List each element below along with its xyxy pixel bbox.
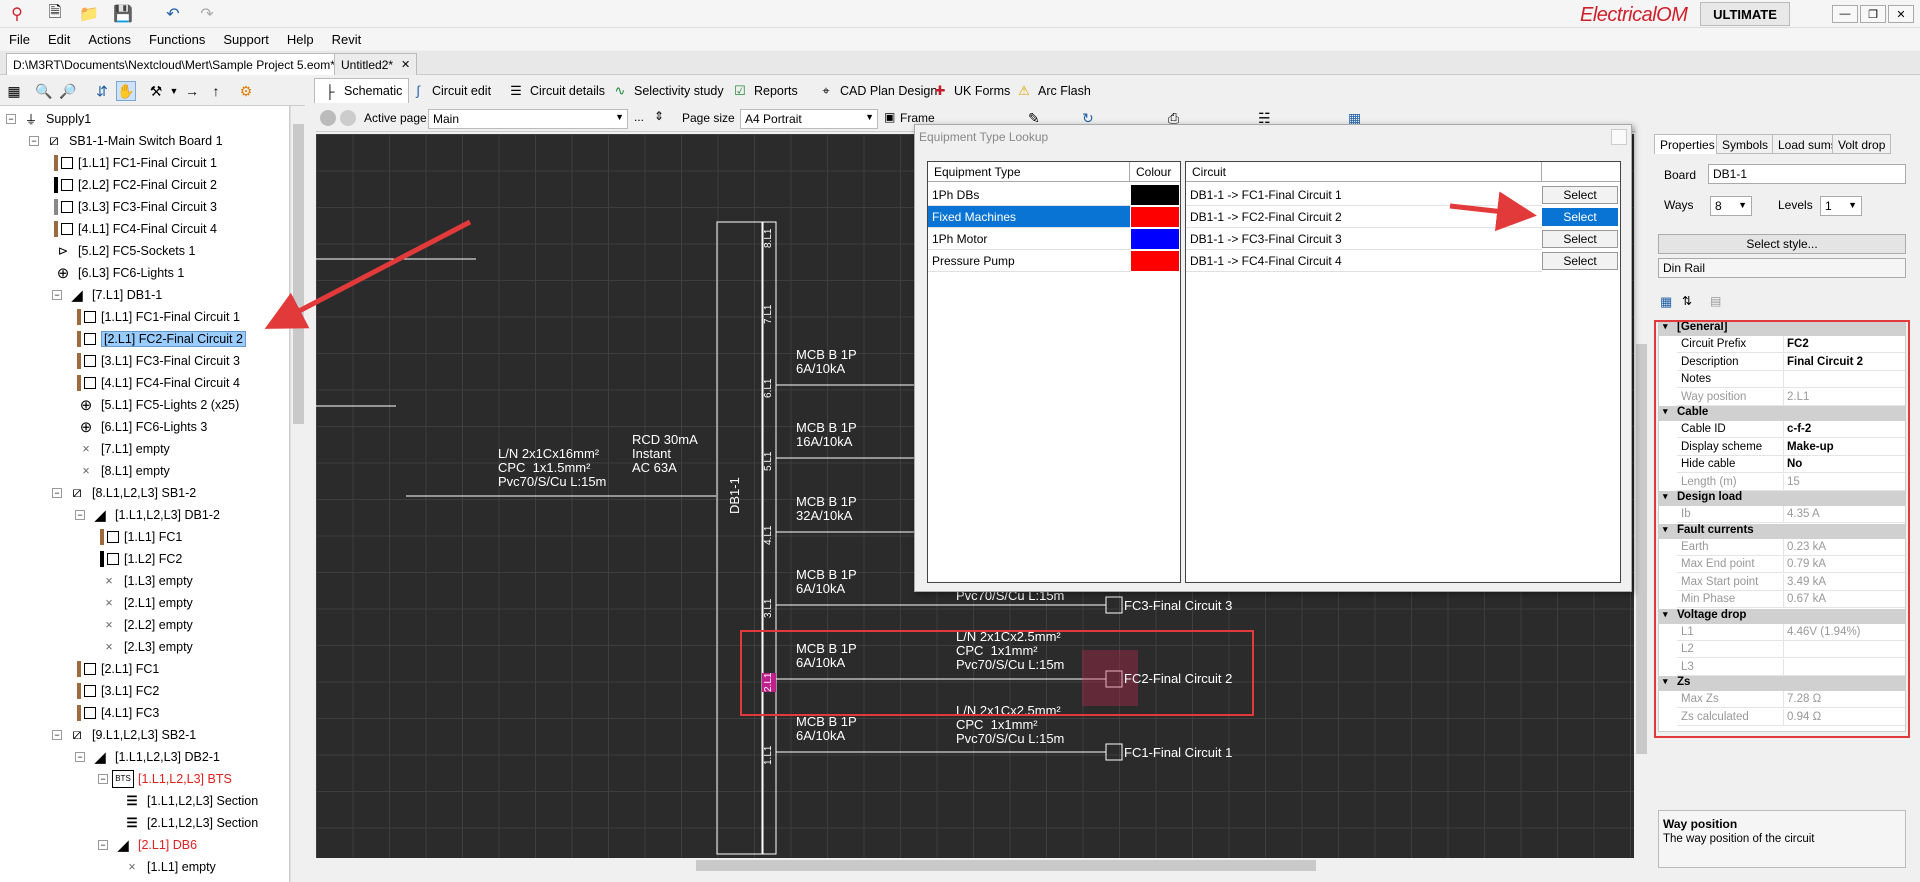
levels-value: 1 <box>1825 199 1832 213</box>
help-text: The way position of the circuit <box>1663 833 1815 845</box>
property-pages-icon[interactable]: ▤ <box>1710 294 1721 308</box>
annotation-arrow-select <box>1449 191 1537 232</box>
tab-symbols[interactable]: Symbols <box>1716 134 1775 154</box>
board-field[interactable]: DB1-1 <box>1708 164 1906 184</box>
tab-properties[interactable]: Properties <box>1654 134 1721 154</box>
categorized-icon[interactable]: ▦ <box>1660 294 1672 310</box>
levels-select[interactable]: 1 ▼ <box>1820 196 1862 216</box>
properties-panel: Properties Symbols Load sums Volt drop B… <box>1652 134 1920 882</box>
tab-volt-drop[interactable]: Volt drop <box>1832 134 1892 154</box>
annotation-arrows <box>264 191 1537 329</box>
levels-label: Levels <box>1778 198 1813 212</box>
ways-select[interactable]: 8 ▼ <box>1710 196 1752 216</box>
ways-value: 8 <box>1715 199 1722 213</box>
annotation-arrow-tree <box>264 219 472 329</box>
ways-label: Ways <box>1664 198 1694 212</box>
help-title: Way position <box>1663 817 1738 831</box>
style-field: Din Rail <box>1658 258 1906 278</box>
board-label: Board <box>1664 168 1697 182</box>
sort-az-icon[interactable]: ⇅ <box>1682 294 1692 308</box>
property-help-box: Way position The way position of the cir… <box>1658 810 1906 868</box>
annotation-highlight-properties <box>1654 320 1910 738</box>
select-style-button[interactable]: Select style... <box>1658 234 1906 254</box>
chevron-down-icon: ▼ <box>1848 200 1857 210</box>
chevron-down-icon: ▼ <box>1738 200 1747 210</box>
